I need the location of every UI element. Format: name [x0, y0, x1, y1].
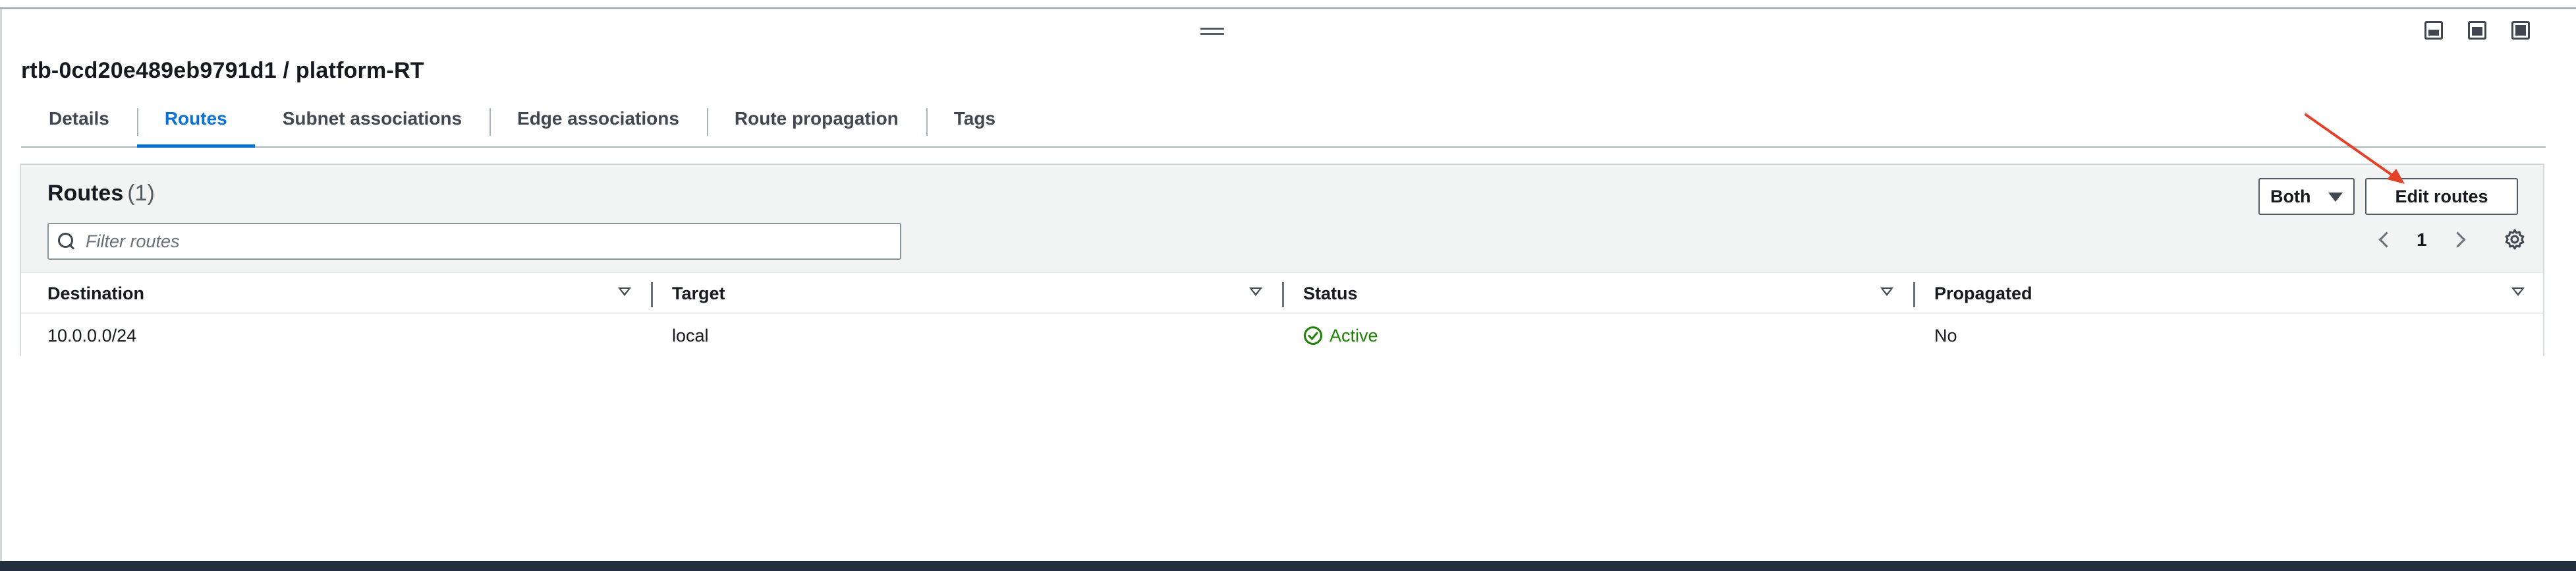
status-text: Active [1330, 325, 1378, 346]
column-header-propagated[interactable]: Propagated [1934, 273, 2032, 314]
pagination: 1 [2370, 225, 2473, 255]
routes-title-text: Routes [47, 181, 124, 206]
cell-destination: 10.0.0.0/24 [47, 325, 137, 346]
gear-icon[interactable] [2504, 228, 2526, 251]
tab-tags[interactable]: Tags [926, 100, 1023, 146]
search-icon [58, 233, 75, 250]
routes-panel-title: Routes (1) [47, 181, 155, 206]
column-label: Destination [47, 283, 145, 303]
column-header-target[interactable]: Target [672, 273, 725, 314]
check-circle-icon [1304, 326, 1322, 345]
table-row[interactable]: 10.0.0.0/24 local Active No [21, 315, 2543, 356]
routes-count: (1) [127, 181, 155, 206]
sort-status-icon[interactable] [1880, 273, 1895, 314]
sort-target-icon[interactable] [1249, 273, 1264, 314]
caret-down-icon [2328, 193, 2343, 202]
cell-propagated: No [1934, 325, 1957, 346]
column-label: Propagated [1934, 283, 2032, 303]
column-divider[interactable] [1913, 282, 1915, 307]
cell-status: Active [1303, 315, 1378, 356]
filter-routes-input[interactable] [86, 231, 876, 252]
tab-routes[interactable]: Routes [136, 100, 255, 148]
column-divider[interactable] [1282, 282, 1284, 307]
page-title: rtb-0cd20e489eb9791d1 / platform-RT [21, 58, 424, 83]
panel-resize-handle[interactable] [1200, 28, 1224, 37]
column-label: Target [672, 283, 725, 303]
column-label: Status [1303, 283, 1358, 303]
column-header-status[interactable]: Status [1303, 273, 1358, 314]
annotation-arrow-icon [2305, 113, 2405, 184]
sort-destination-icon[interactable] [618, 273, 632, 314]
tab-details[interactable]: Details [21, 100, 137, 146]
routes-panel: Routes(1) Both Edit routes 1 Destination [20, 164, 2544, 356]
top-panel-border [0, 0, 2576, 9]
sort-propagated-icon[interactable] [2511, 273, 2526, 314]
layout-side-icon[interactable] [2468, 21, 2486, 40]
routes-panel-header: Routes(1) Both Edit routes 1 [21, 165, 2543, 273]
page-number[interactable]: 1 [2397, 229, 2447, 251]
cell-target: local [672, 325, 709, 346]
bottom-bar [0, 561, 2576, 571]
tab-bar: Details Routes Subnet associations Edge … [21, 100, 2546, 148]
left-panel-border [0, 9, 2, 561]
tab-route-propagation[interactable]: Route propagation [706, 100, 926, 146]
column-divider[interactable] [651, 282, 653, 307]
layout-bottom-icon[interactable] [2424, 21, 2443, 40]
layout-controls [2424, 21, 2530, 40]
chevron-left-icon[interactable] [2370, 227, 2397, 253]
tab-subnet-associations[interactable]: Subnet associations [255, 100, 490, 146]
routes-table-header: Destination Target Status Propagated [21, 273, 2543, 314]
filter-routes-field [47, 223, 901, 260]
column-header-destination[interactable]: Destination [47, 273, 144, 314]
chevron-right-icon[interactable] [2447, 227, 2473, 253]
layout-full-icon[interactable] [2511, 21, 2530, 40]
tab-edge-associations[interactable]: Edge associations [490, 100, 707, 146]
